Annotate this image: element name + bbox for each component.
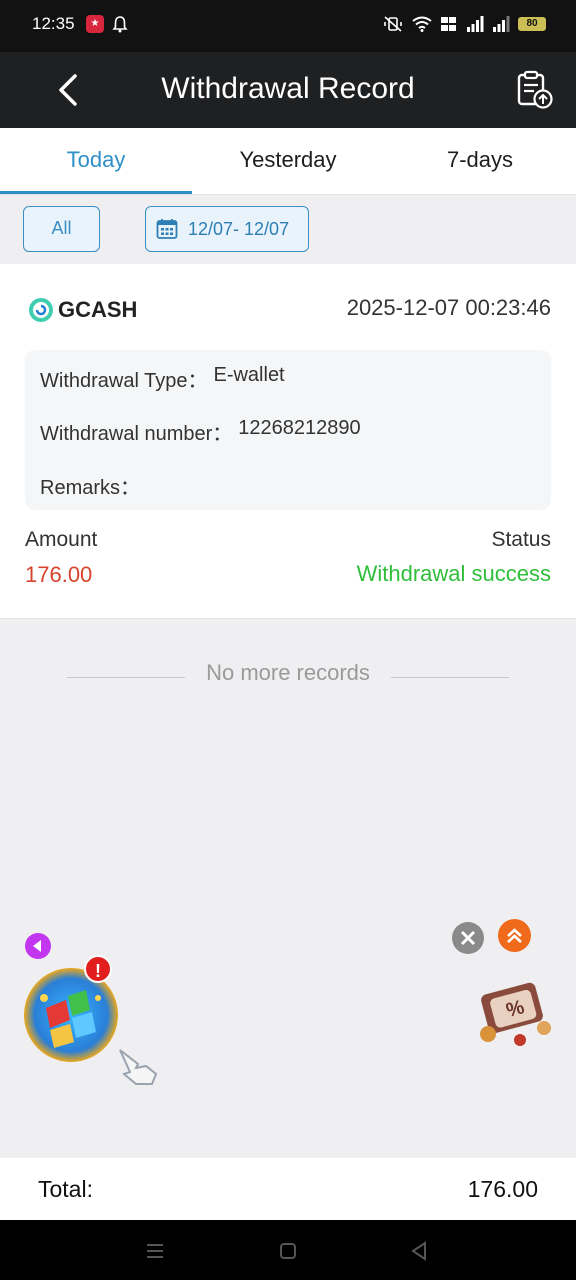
- app-notification-icon: ★: [86, 15, 104, 33]
- divider-right: [391, 677, 509, 678]
- filter-bar: All 12/07- 12/07: [0, 195, 576, 263]
- total-bar: Total: 176.00: [0, 1158, 576, 1220]
- mute-vibrate-icon: [384, 16, 402, 32]
- bell-icon: [112, 16, 128, 33]
- tab-today[interactable]: Today: [0, 128, 192, 194]
- record-datetime: 2025-12-07 00:23:46: [346, 295, 551, 320]
- date-tabs: Today Yesterday 7-days: [0, 128, 576, 194]
- status-value: Withdrawal success: [356, 561, 551, 586]
- signal-icon-2: [493, 16, 510, 32]
- withdrawal-record-card[interactable]: GCASH 2025-12-07 00:23:46 Withdrawal Typ…: [0, 264, 576, 619]
- tab-yesterday[interactable]: Yesterday: [192, 128, 384, 194]
- tab-7-days[interactable]: 7-days: [384, 128, 576, 194]
- back-triangle-icon[interactable]: [406, 1238, 432, 1264]
- close-float-button[interactable]: [452, 922, 484, 954]
- withdrawal-type-label: Withdrawal Type：: [40, 370, 208, 392]
- total-value: 176.00: [467, 1176, 538, 1202]
- total-label: Total:: [38, 1176, 93, 1202]
- amount-value: 176.00: [25, 562, 93, 587]
- promo-coupon-icon[interactable]: %: [470, 970, 560, 1054]
- status-label: Status: [491, 528, 551, 551]
- withdrawal-number-row: Withdrawal number： 12268212890: [40, 417, 361, 446]
- battery-icon: 80: [518, 17, 546, 31]
- withdrawal-type-row: Withdrawal Type： E-wallet: [40, 364, 285, 393]
- volte-icon: [441, 17, 456, 31]
- gcash-icon: [29, 298, 53, 322]
- lucky-game-float[interactable]: [24, 968, 118, 1062]
- amount-label: Amount: [25, 528, 98, 551]
- status-time: 12:35: [32, 14, 75, 33]
- gift-boxes-icon: [40, 990, 101, 1048]
- collapse-float-button[interactable]: [25, 933, 51, 959]
- type-filter-button[interactable]: All: [23, 206, 100, 252]
- status-system-icons: 80: [382, 15, 546, 33]
- wifi-icon: [412, 16, 432, 32]
- pointer-hand-icon: [119, 1049, 158, 1085]
- system-nav-bar: [0, 1220, 576, 1280]
- clipboard-upload-icon: [517, 70, 553, 109]
- withdrawal-number-value: 12268212890: [238, 417, 361, 439]
- clipboard-upload-button[interactable]: [516, 70, 554, 110]
- page-title: Withdrawal Record: [161, 72, 415, 105]
- no-more-records-text: No more records: [206, 660, 370, 685]
- date-range-label: 12/07- 12/07: [188, 218, 290, 239]
- status-notifications: ★: [86, 15, 128, 33]
- double-chevron-up-icon: [507, 928, 522, 943]
- date-range-button[interactable]: 12/07- 12/07: [145, 206, 309, 252]
- home-icon[interactable]: [275, 1238, 301, 1264]
- gcash-logo: GCASH: [28, 297, 137, 323]
- close-icon: [460, 930, 476, 946]
- app-header: Withdrawal Record: [0, 52, 576, 128]
- divider: [0, 618, 576, 619]
- scroll-top-button[interactable]: [498, 919, 531, 952]
- channel-name: GCASH: [58, 297, 138, 322]
- alert-badge: !: [84, 955, 112, 983]
- remarks-label: Remarks：: [40, 477, 141, 499]
- calendar-icon: [156, 219, 178, 239]
- withdrawal-type-value: E-wallet: [213, 364, 285, 386]
- play-left-icon: [33, 940, 41, 952]
- withdrawal-number-label: Withdrawal number：: [40, 423, 233, 445]
- remarks-row: Remarks：: [40, 471, 140, 500]
- menu-icon[interactable]: [142, 1238, 168, 1264]
- record-details: Withdrawal Type： E-wallet Withdrawal num…: [25, 350, 551, 510]
- signal-icon: [467, 16, 484, 32]
- status-bar: 12:35 ★ 80: [0, 0, 576, 52]
